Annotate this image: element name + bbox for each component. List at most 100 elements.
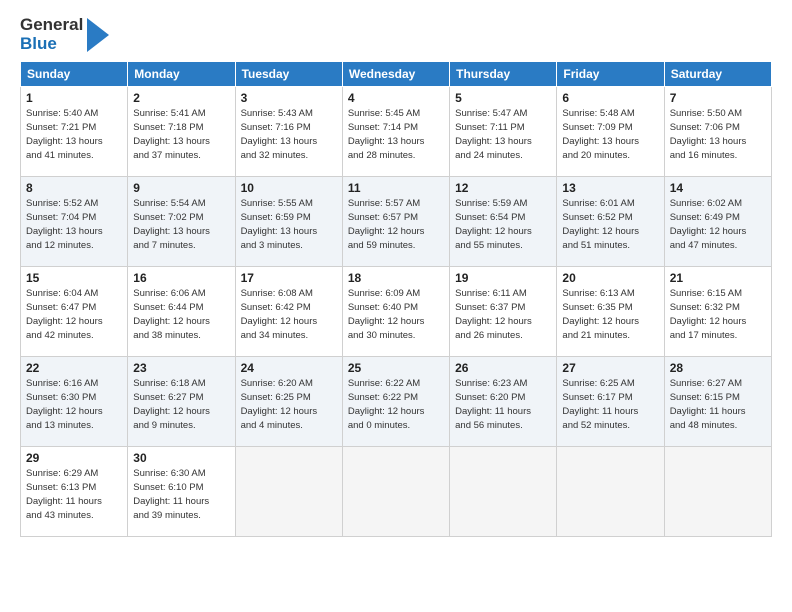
day-number: 11	[348, 181, 444, 195]
table-row	[557, 447, 664, 537]
day-info: Sunrise: 6:27 AMSunset: 6:15 PMDaylight:…	[670, 377, 766, 432]
col-tuesday: Tuesday	[235, 62, 342, 87]
day-info: Sunrise: 5:40 AMSunset: 7:21 PMDaylight:…	[26, 107, 122, 162]
day-number: 4	[348, 91, 444, 105]
table-row: 14 Sunrise: 6:02 AMSunset: 6:49 PMDayligh…	[664, 177, 771, 267]
day-number: 27	[562, 361, 658, 375]
day-info: Sunrise: 6:11 AMSunset: 6:37 PMDaylight:…	[455, 287, 551, 342]
day-info: Sunrise: 6:25 AMSunset: 6:17 PMDaylight:…	[562, 377, 658, 432]
day-info: Sunrise: 5:48 AMSunset: 7:09 PMDaylight:…	[562, 107, 658, 162]
col-sunday: Sunday	[21, 62, 128, 87]
day-number: 24	[241, 361, 337, 375]
day-info: Sunrise: 6:06 AMSunset: 6:44 PMDaylight:…	[133, 287, 229, 342]
calendar-page: General Blue Sunday Monday Tuesday Wedne…	[0, 0, 792, 612]
calendar-week-row: 15 Sunrise: 6:04 AMSunset: 6:47 PMDayligh…	[21, 267, 772, 357]
calendar-week-row: 8 Sunrise: 5:52 AMSunset: 7:04 PMDaylight…	[21, 177, 772, 267]
day-number: 9	[133, 181, 229, 195]
col-thursday: Thursday	[450, 62, 557, 87]
col-saturday: Saturday	[664, 62, 771, 87]
day-info: Sunrise: 6:18 AMSunset: 6:27 PMDaylight:…	[133, 377, 229, 432]
day-number: 1	[26, 91, 122, 105]
calendar-week-row: 29 Sunrise: 6:29 AMSunset: 6:13 PMDayligh…	[21, 447, 772, 537]
header: General Blue	[20, 16, 772, 53]
day-info: Sunrise: 6:08 AMSunset: 6:42 PMDaylight:…	[241, 287, 337, 342]
table-row: 6Sunrise: 5:48 AMSunset: 7:09 PMDaylight…	[557, 87, 664, 177]
day-info: Sunrise: 5:59 AMSunset: 6:54 PMDaylight:…	[455, 197, 551, 252]
table-row: 20 Sunrise: 6:13 AMSunset: 6:35 PMDayligh…	[557, 267, 664, 357]
day-info: Sunrise: 5:43 AMSunset: 7:16 PMDaylight:…	[241, 107, 337, 162]
table-row: 28Sunrise: 6:27 AMSunset: 6:15 PMDayligh…	[664, 357, 771, 447]
day-info: Sunrise: 5:47 AMSunset: 7:11 PMDaylight:…	[455, 107, 551, 162]
day-info: Sunrise: 6:30 AMSunset: 6:10 PMDaylight:…	[133, 467, 229, 522]
table-row: 29 Sunrise: 6:29 AMSunset: 6:13 PMDayligh…	[21, 447, 128, 537]
day-number: 23	[133, 361, 229, 375]
table-row: 27 Sunrise: 6:25 AMSunset: 6:17 PMDayligh…	[557, 357, 664, 447]
day-number: 7	[670, 91, 766, 105]
table-row	[450, 447, 557, 537]
day-info: Sunrise: 5:57 AMSunset: 6:57 PMDaylight:…	[348, 197, 444, 252]
table-row: 22Sunrise: 6:16 AMSunset: 6:30 PMDayligh…	[21, 357, 128, 447]
day-info: Sunrise: 6:09 AMSunset: 6:40 PMDaylight:…	[348, 287, 444, 342]
table-row: 15 Sunrise: 6:04 AMSunset: 6:47 PMDayligh…	[21, 267, 128, 357]
table-row: 11 Sunrise: 5:57 AMSunset: 6:57 PMDayligh…	[342, 177, 449, 267]
day-info: Sunrise: 6:15 AMSunset: 6:32 PMDaylight:…	[670, 287, 766, 342]
day-number: 12	[455, 181, 551, 195]
table-row: 3 Sunrise: 5:43 AMSunset: 7:16 PMDaylight…	[235, 87, 342, 177]
day-number: 2	[133, 91, 229, 105]
col-monday: Monday	[128, 62, 235, 87]
table-row: 17Sunrise: 6:08 AMSunset: 6:42 PMDayligh…	[235, 267, 342, 357]
calendar-table: Sunday Monday Tuesday Wednesday Thursday…	[20, 61, 772, 537]
day-info: Sunrise: 5:41 AMSunset: 7:18 PMDaylight:…	[133, 107, 229, 162]
table-row: 5Sunrise: 5:47 AMSunset: 7:11 PMDaylight…	[450, 87, 557, 177]
day-number: 25	[348, 361, 444, 375]
table-row: 16 Sunrise: 6:06 AMSunset: 6:44 PMDayligh…	[128, 267, 235, 357]
table-row: 24Sunrise: 6:20 AMSunset: 6:25 PMDayligh…	[235, 357, 342, 447]
calendar-header-row: Sunday Monday Tuesday Wednesday Thursday…	[21, 62, 772, 87]
day-info: Sunrise: 6:16 AMSunset: 6:30 PMDaylight:…	[26, 377, 122, 432]
day-number: 19	[455, 271, 551, 285]
day-info: Sunrise: 6:01 AMSunset: 6:52 PMDaylight:…	[562, 197, 658, 252]
day-number: 8	[26, 181, 122, 195]
table-row: 21 Sunrise: 6:15 AMSunset: 6:32 PMDayligh…	[664, 267, 771, 357]
table-row: 9Sunrise: 5:54 AMSunset: 7:02 PMDaylight…	[128, 177, 235, 267]
calendar-week-row: 22Sunrise: 6:16 AMSunset: 6:30 PMDayligh…	[21, 357, 772, 447]
logo: General Blue	[20, 16, 109, 53]
table-row: 12 Sunrise: 5:59 AMSunset: 6:54 PMDayligh…	[450, 177, 557, 267]
day-info: Sunrise: 6:02 AMSunset: 6:49 PMDaylight:…	[670, 197, 766, 252]
table-row: 8 Sunrise: 5:52 AMSunset: 7:04 PMDaylight…	[21, 177, 128, 267]
day-info: Sunrise: 6:29 AMSunset: 6:13 PMDaylight:…	[26, 467, 122, 522]
table-row	[664, 447, 771, 537]
day-number: 15	[26, 271, 122, 285]
table-row: 23 Sunrise: 6:18 AMSunset: 6:27 PMDayligh…	[128, 357, 235, 447]
day-number: 26	[455, 361, 551, 375]
table-row: 30 Sunrise: 6:30 AMSunset: 6:10 PMDayligh…	[128, 447, 235, 537]
day-number: 16	[133, 271, 229, 285]
table-row: 4 Sunrise: 5:45 AMSunset: 7:14 PMDaylight…	[342, 87, 449, 177]
table-row: 10Sunrise: 5:55 AMSunset: 6:59 PMDayligh…	[235, 177, 342, 267]
day-info: Sunrise: 5:50 AMSunset: 7:06 PMDaylight:…	[670, 107, 766, 162]
day-number: 13	[562, 181, 658, 195]
day-number: 21	[670, 271, 766, 285]
day-info: Sunrise: 5:45 AMSunset: 7:14 PMDaylight:…	[348, 107, 444, 162]
day-info: Sunrise: 6:04 AMSunset: 6:47 PMDaylight:…	[26, 287, 122, 342]
day-info: Sunrise: 6:13 AMSunset: 6:35 PMDaylight:…	[562, 287, 658, 342]
day-number: 20	[562, 271, 658, 285]
day-number: 30	[133, 451, 229, 465]
table-row: 7 Sunrise: 5:50 AMSunset: 7:06 PMDaylight…	[664, 87, 771, 177]
day-number: 29	[26, 451, 122, 465]
day-number: 10	[241, 181, 337, 195]
col-wednesday: Wednesday	[342, 62, 449, 87]
day-number: 14	[670, 181, 766, 195]
table-row: 13 Sunrise: 6:01 AMSunset: 6:52 PMDayligh…	[557, 177, 664, 267]
day-info: Sunrise: 6:23 AMSunset: 6:20 PMDaylight:…	[455, 377, 551, 432]
calendar-week-row: 1 Sunrise: 5:40 AMSunset: 7:21 PMDaylight…	[21, 87, 772, 177]
table-row: 19 Sunrise: 6:11 AMSunset: 6:37 PMDayligh…	[450, 267, 557, 357]
table-row: 26 Sunrise: 6:23 AMSunset: 6:20 PMDayligh…	[450, 357, 557, 447]
day-info: Sunrise: 5:52 AMSunset: 7:04 PMDaylight:…	[26, 197, 122, 252]
day-number: 3	[241, 91, 337, 105]
logo-arrow-icon	[87, 18, 109, 52]
table-row	[235, 447, 342, 537]
table-row: 1 Sunrise: 5:40 AMSunset: 7:21 PMDaylight…	[21, 87, 128, 177]
day-number: 18	[348, 271, 444, 285]
table-row: 2 Sunrise: 5:41 AMSunset: 7:18 PMDaylight…	[128, 87, 235, 177]
